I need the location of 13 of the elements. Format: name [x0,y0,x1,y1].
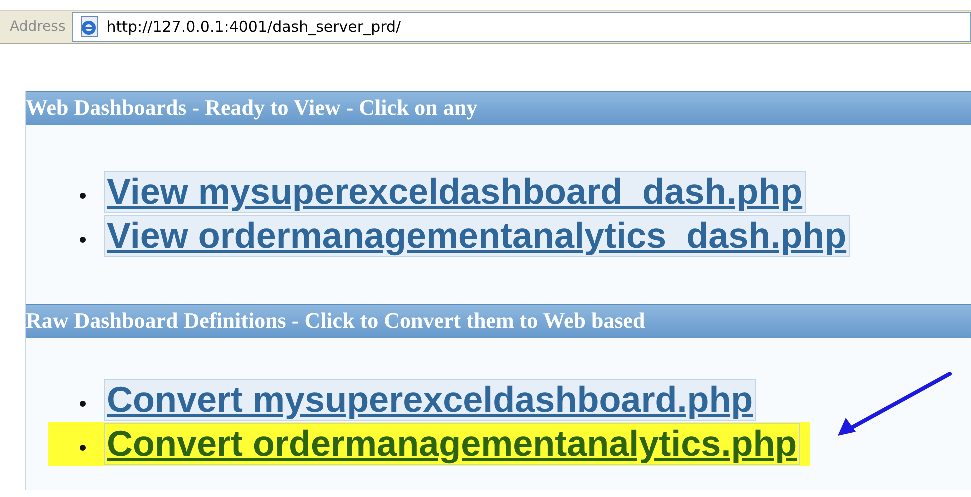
section-header: Web Dashboards - Ready to View - Click on any [26,91,971,125]
bullet-icon [80,401,86,407]
bullet-icon [80,193,86,199]
address-field[interactable]: http://127.0.0.1:4001/dash_server_prd/ [72,12,971,42]
dashboard-link[interactable]: Convert ordermanagementanalytics.php [104,423,800,465]
bullet-icon [80,237,86,243]
section-header: Raw Dashboard Definitions - Click to Convert them to Web based [26,304,971,338]
browser-icon [78,16,101,38]
address-label: Address [9,19,67,35]
dashboard-link[interactable]: View ordermanagementanalytics_dash.php [104,215,850,257]
bullet-icon [80,445,86,451]
dashboard-link[interactable]: Convert mysuperexceldashboard.php [104,379,756,421]
dashboard-link[interactable]: View mysuperexceldashboard_dash.php [104,171,806,213]
